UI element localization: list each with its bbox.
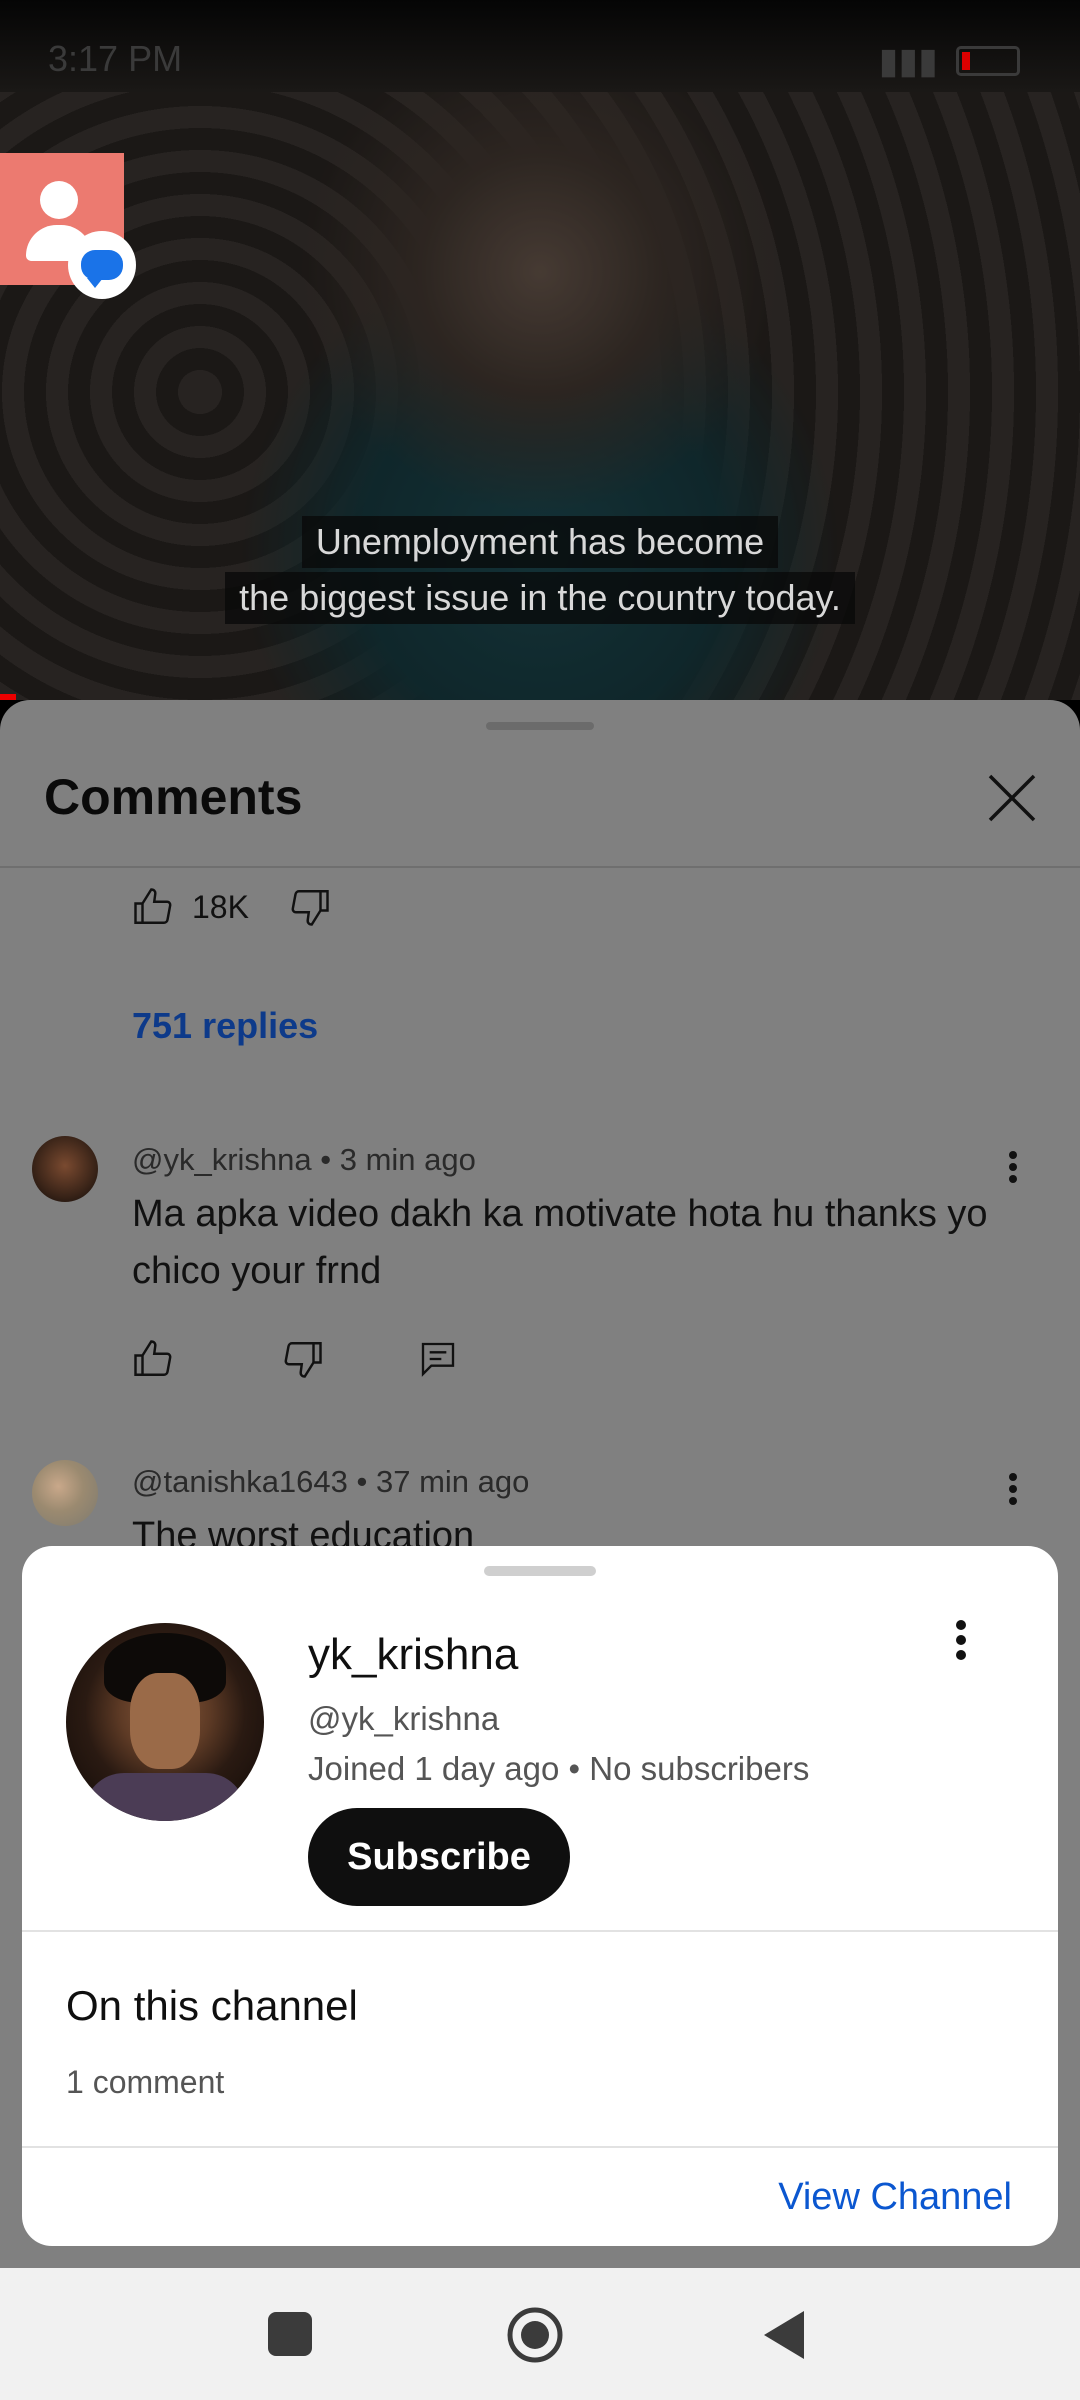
more-vert-icon[interactable] <box>998 1470 1028 1510</box>
dislike-icon[interactable] <box>282 1338 324 1380</box>
channel-joined-info: Joined 1 day ago • No subscribers <box>308 1750 810 1787</box>
comment-text: Ma apka video dakh ka motivate hota hu t… <box>132 1193 988 1292</box>
system-nav-bar <box>0 2268 1080 2400</box>
section-title: On this channel <box>66 1982 358 2029</box>
floating-chat-bubble[interactable] <box>0 153 136 299</box>
close-icon[interactable] <box>982 768 1042 828</box>
signal-icon: ▮▮▮ <box>878 40 938 81</box>
drag-handle[interactable] <box>486 722 594 730</box>
status-time: 3:17 PM <box>48 38 183 79</box>
caption-line-1: Unemployment has become <box>301 516 779 568</box>
comment-actions <box>132 1338 458 1380</box>
divider <box>0 866 1080 868</box>
comment-count: 1 comment <box>66 2064 225 2100</box>
comments-title: Comments <box>44 769 303 825</box>
drag-handle[interactable] <box>484 1566 596 1576</box>
avatar[interactable] <box>32 1460 98 1526</box>
divider <box>22 1930 1058 1932</box>
like-icon[interactable] <box>132 1338 174 1380</box>
like-count: 18K <box>192 888 249 925</box>
video-player[interactable]: Unemployment has become the biggest issu… <box>0 92 1080 700</box>
status-bar: 3:17 PM ▮▮▮ <box>0 0 1080 92</box>
reply-icon[interactable] <box>418 1338 458 1380</box>
top-comment-actions: 18K <box>132 886 331 928</box>
caption-line-2: the biggest issue in the country today. <box>225 572 855 624</box>
status-icons: ▮▮▮ <box>879 40 1020 82</box>
comment-meta: @yk_krishna • 3 min ago <box>132 1142 476 1177</box>
more-vert-icon[interactable] <box>946 1618 976 1664</box>
channel-handle: @yk_krishna <box>308 1700 500 1737</box>
battery-icon <box>956 46 1020 76</box>
video-caption: Unemployment has become the biggest issu… <box>0 516 1080 624</box>
channel-name: yk_krishna <box>308 1630 519 1679</box>
like-icon[interactable] <box>132 886 174 928</box>
more-vert-icon[interactable] <box>998 1148 1028 1188</box>
back-icon[interactable] <box>760 2308 808 2362</box>
recents-icon[interactable] <box>268 2312 312 2356</box>
person-icon <box>40 181 78 219</box>
channel-info-card: yk_krishna @yk_krishna Joined 1 day ago … <box>22 1546 1058 2246</box>
message-badge-icon <box>68 231 136 299</box>
video-progress-bar[interactable] <box>0 694 16 700</box>
divider <box>22 2146 1058 2148</box>
replies-link[interactable]: 751 replies <box>132 1005 318 1047</box>
home-icon[interactable] <box>506 2306 564 2364</box>
view-channel-button[interactable]: View Channel <box>778 2176 1012 2219</box>
dislike-icon[interactable] <box>289 886 331 928</box>
avatar[interactable] <box>32 1136 98 1202</box>
comment-meta: @tanishka1643 • 37 min ago <box>132 1464 530 1499</box>
channel-avatar[interactable] <box>66 1623 264 1821</box>
subscribe-button[interactable]: Subscribe <box>308 1808 570 1906</box>
